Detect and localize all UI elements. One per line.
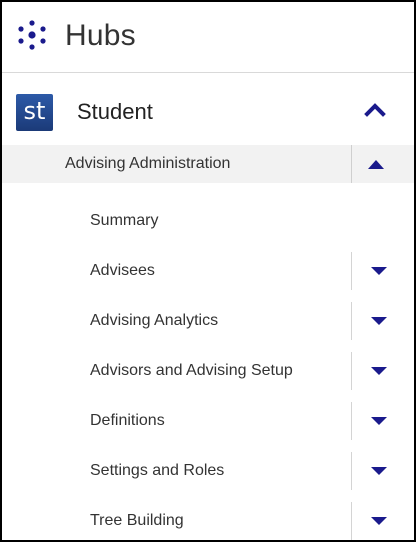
menu-item-summary[interactable]: Summary	[2, 202, 414, 240]
student-hub-label: Student	[77, 99, 153, 124]
menu-item-advisees[interactable]: Advisees	[2, 252, 414, 290]
menu-item-label: Tree Building	[90, 512, 184, 529]
menu-item-advisors-and-advising-setup[interactable]: Advisors and Advising Setup	[2, 352, 414, 390]
divider	[351, 402, 352, 440]
menu-item-label: Advisors and Advising Setup	[90, 362, 293, 379]
caret-down-icon[interactable]	[370, 516, 388, 526]
divider	[351, 302, 352, 340]
menu-item-label: Summary	[90, 212, 159, 229]
advising-administration-label: Advising Administration	[65, 155, 231, 172]
divider	[351, 145, 352, 183]
menu-item-label: Definitions	[90, 412, 165, 429]
student-hub-item[interactable]: st Student	[2, 73, 414, 145]
hubs-navigation-panel: Hubs st Student Advising Administration …	[0, 0, 416, 542]
student-logo: st	[16, 94, 53, 131]
menu-item-settings-and-roles[interactable]: Settings and Roles	[2, 452, 414, 490]
advising-administration-item[interactable]: Advising Administration	[2, 145, 414, 183]
divider	[351, 452, 352, 490]
menu-item-tree-building[interactable]: Tree Building	[2, 502, 414, 540]
menu-item-advising-analytics[interactable]: Advising Analytics	[2, 302, 414, 340]
hub-network-icon	[18, 20, 46, 50]
menu-item-definitions[interactable]: Definitions	[2, 402, 414, 440]
caret-up-icon[interactable]	[366, 157, 386, 171]
caret-down-icon[interactable]	[370, 366, 388, 376]
chevron-up-icon[interactable]	[364, 101, 386, 117]
menu-item-label: Settings and Roles	[90, 462, 225, 479]
divider	[351, 252, 352, 290]
hubs-title: Hubs	[65, 19, 136, 52]
divider	[351, 352, 352, 390]
caret-down-icon[interactable]	[370, 316, 388, 326]
caret-down-icon[interactable]	[370, 416, 388, 426]
divider	[351, 502, 352, 540]
caret-down-icon[interactable]	[370, 266, 388, 276]
caret-down-icon[interactable]	[370, 466, 388, 476]
menu-item-label: Advising Analytics	[90, 312, 219, 329]
hubs-header: Hubs	[2, 2, 414, 73]
menu-item-label: Advisees	[90, 262, 155, 279]
